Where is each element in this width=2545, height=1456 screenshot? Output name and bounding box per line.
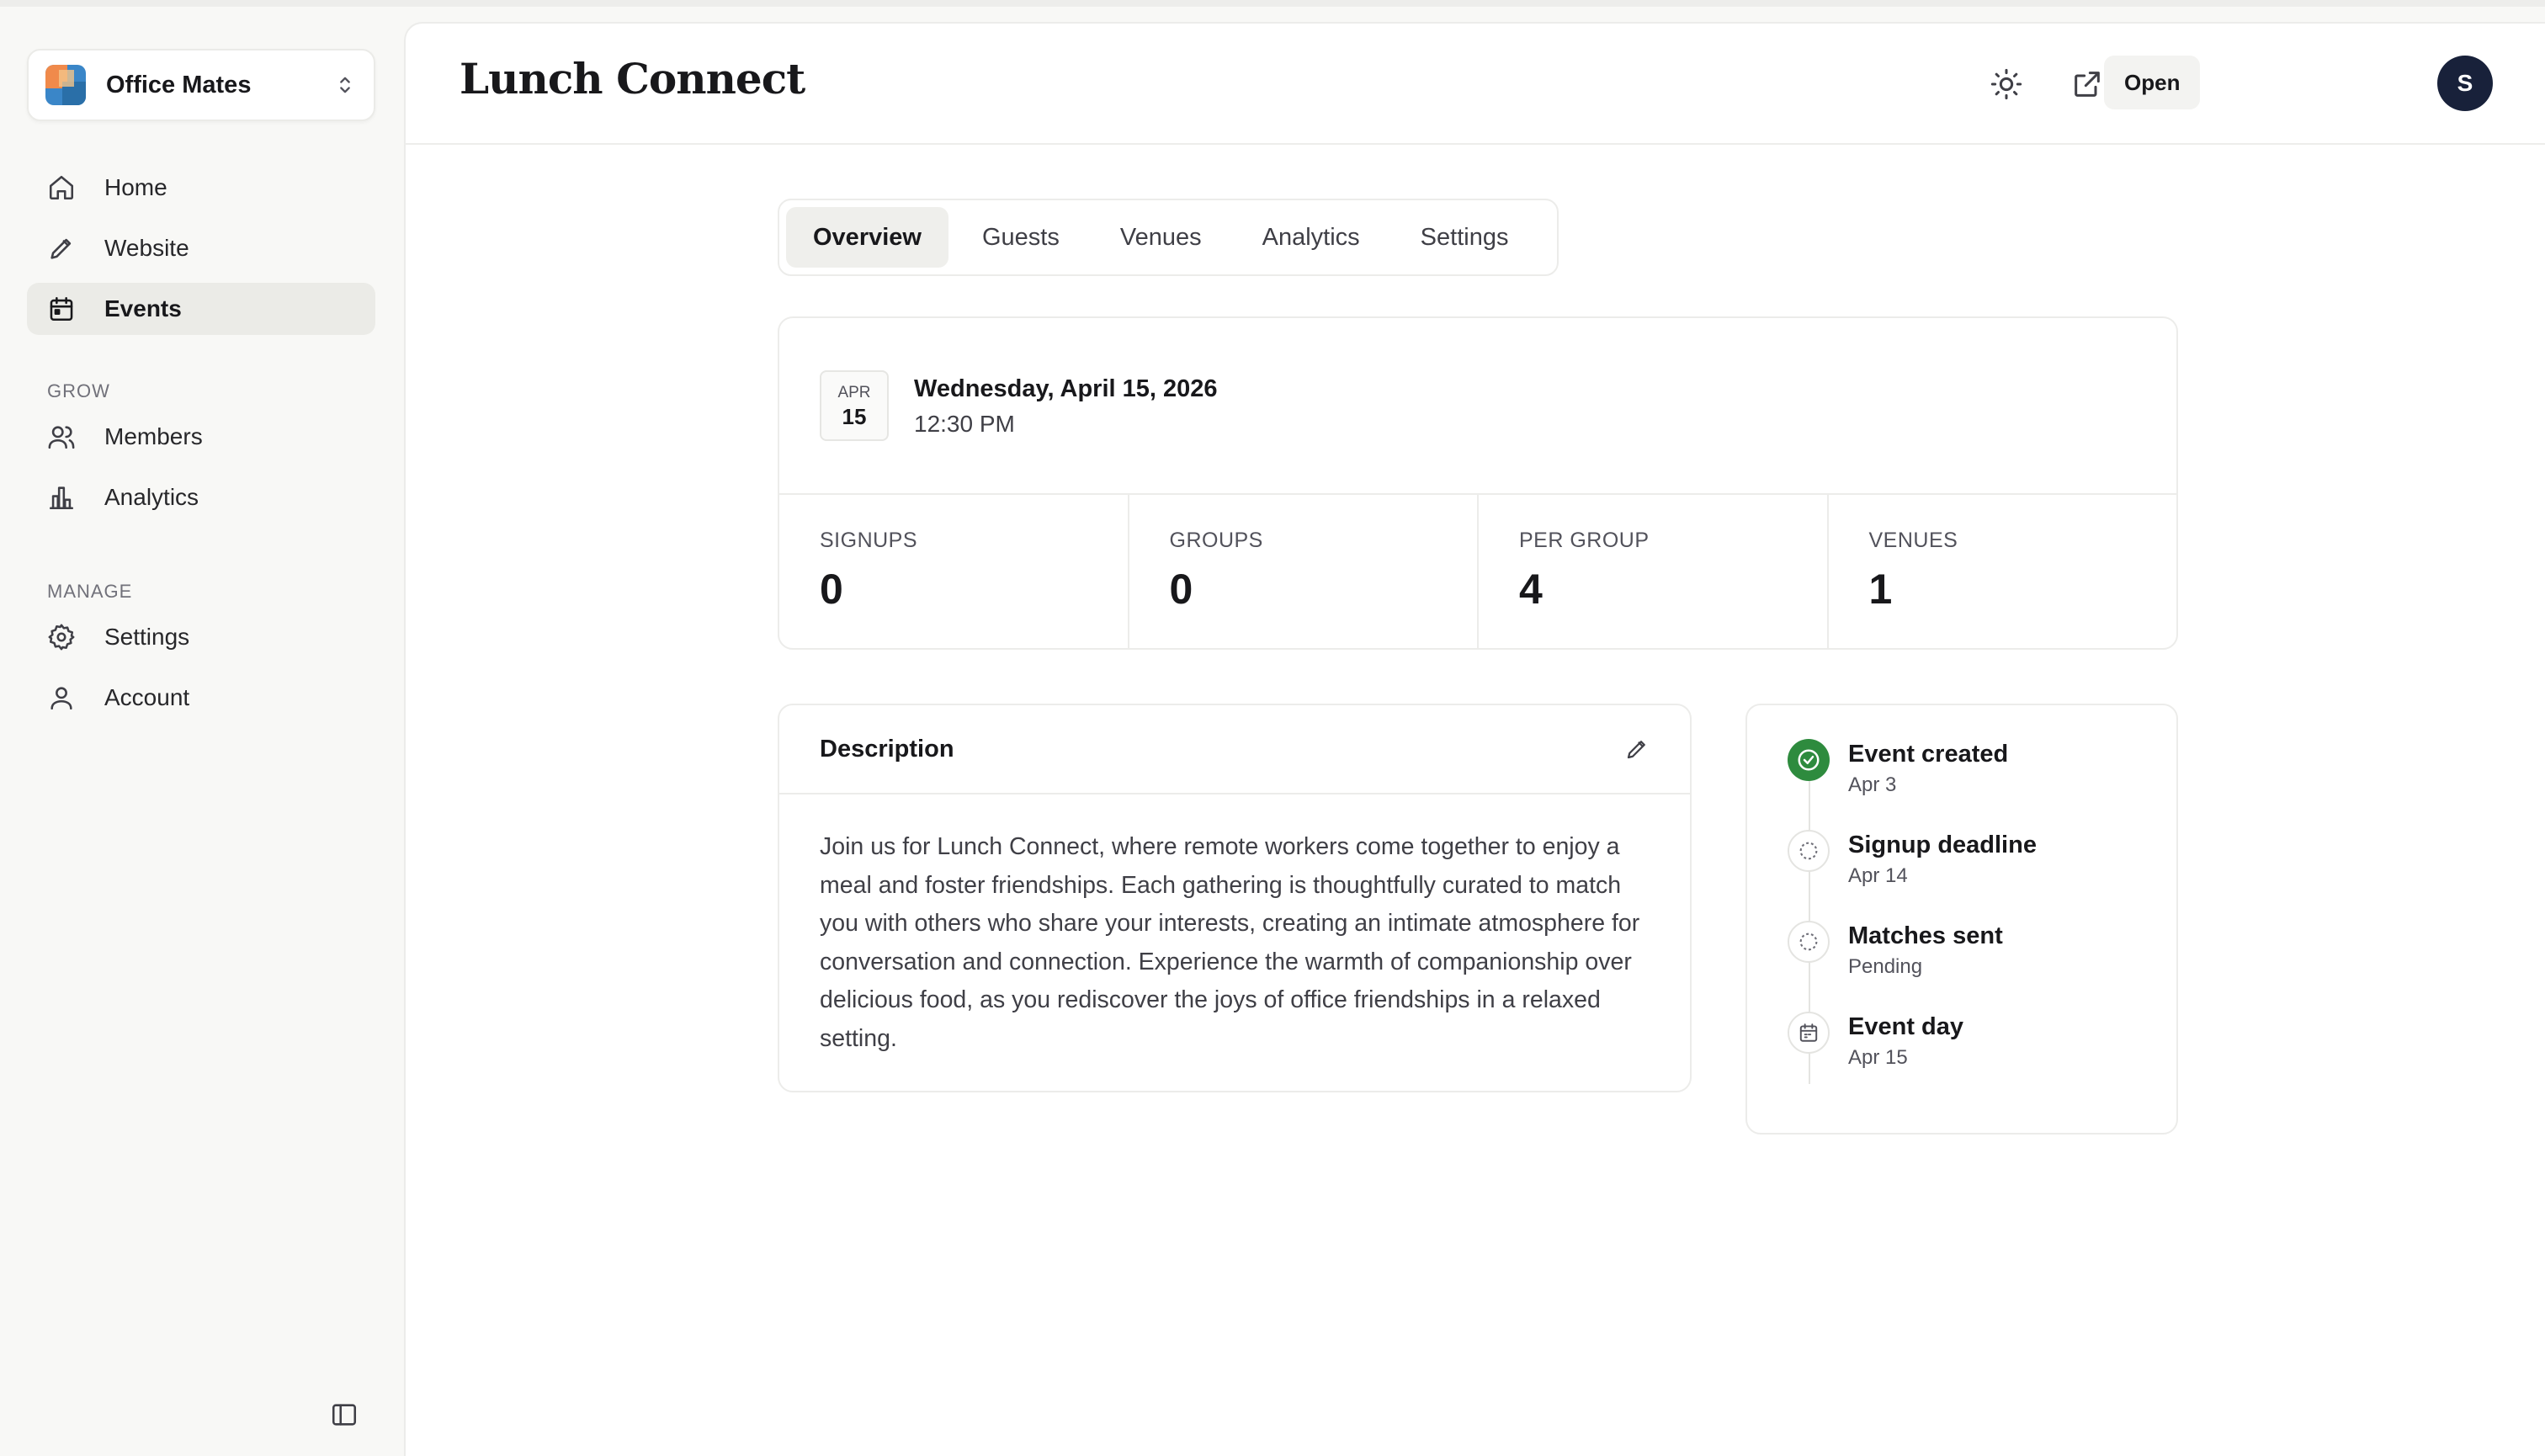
pencil-icon — [50, 238, 72, 259]
sidebar-item-label: Website — [104, 235, 189, 261]
sidebar-item-label: Analytics — [104, 484, 199, 510]
primary-nav: Home Website Events — [27, 162, 375, 343]
gear-icon — [48, 624, 75, 651]
sidebar-item-label: Account — [104, 684, 190, 710]
sidebar-item-label: Settings — [104, 624, 190, 650]
description-text: Join us for Lunch Connect, where remote … — [820, 833, 1640, 1052]
timeline-subtitle: Apr 15 — [1848, 1046, 1908, 1069]
timeline-item: Signup deadline Apr 14 — [1747, 823, 2176, 914]
timeline-subtitle: Apr 3 — [1848, 773, 1897, 796]
sidebar-item-home[interactable]: Home — [27, 162, 375, 214]
stat-value: 1 — [1868, 566, 1893, 613]
tab-analytics[interactable]: Analytics — [1235, 207, 1387, 268]
sidebar-toggle-icon[interactable] — [330, 1400, 359, 1429]
date-month: APR — [837, 384, 871, 401]
org-logo — [45, 65, 86, 105]
user-icon — [50, 687, 72, 710]
timeline-title: Event created — [1848, 741, 2009, 768]
sidebar-item-label: Members — [104, 423, 203, 449]
sidebar-item-website[interactable]: Website — [27, 222, 375, 274]
event-time: 12:30 PM — [914, 411, 1015, 437]
chevron-updown-icon — [340, 77, 350, 93]
timeline-card: Event created Apr 3 Signup deadline Apr … — [1745, 704, 2178, 1135]
tab-bar: Overview Guests Venues Analytics Setting… — [778, 199, 1559, 276]
timeline-title: Signup deadline — [1848, 832, 2037, 858]
event-summary-card: APR 15 Wednesday, April 15, 2026 12:30 P… — [778, 316, 2178, 650]
org-name: Office Mates — [106, 71, 252, 98]
event-date: Wednesday, April 15, 2026 — [914, 375, 1218, 402]
main-panel: Lunch Connect Open S Overview Guests Ven… — [404, 22, 2545, 1456]
users-icon — [48, 426, 75, 449]
timeline-subtitle: Apr 14 — [1848, 864, 1908, 887]
tab-guests[interactable]: Guests — [955, 207, 1087, 268]
sidebar-item-settings[interactable]: Settings — [27, 611, 375, 663]
grow-section: GROW Members Analytics — [27, 380, 375, 532]
manage-section: MANAGE Settings Account — [27, 581, 375, 732]
sun-icon[interactable] — [1990, 67, 2023, 101]
bar-chart-icon — [49, 486, 74, 510]
stat-groups: GROUPS 0 — [1129, 495, 1479, 650]
stat-value: 4 — [1519, 566, 1543, 613]
description-header: Description — [779, 705, 1690, 794]
timeline-item: Matches sent Pending — [1747, 914, 2176, 1005]
stat-label: GROUPS — [1169, 529, 1263, 552]
avatar[interactable]: S — [2437, 56, 2493, 111]
stat-signups: SIGNUPS 0 — [779, 495, 1129, 650]
stats-row: SIGNUPS 0 GROUPS 0 PER GROUP 4 VENUES 1 — [779, 493, 2176, 650]
stat-value: 0 — [820, 566, 843, 613]
sidebar-item-events[interactable]: Events — [27, 283, 375, 335]
edit-pencil-icon[interactable] — [1624, 736, 1650, 762]
stat-per-group: PER GROUP 4 — [1479, 495, 1829, 650]
sidebar-section-title: GROW — [47, 380, 110, 401]
sidebar: Office Mates Home Website Events GROW Me… — [0, 7, 402, 1456]
sidebar-item-account[interactable]: Account — [27, 672, 375, 724]
stat-label: PER GROUP — [1519, 529, 1650, 552]
status-badge[interactable]: Open — [2104, 56, 2201, 109]
timeline-subtitle: Pending — [1848, 955, 1923, 978]
dashed-circle-icon — [1788, 921, 1830, 963]
home-icon — [49, 175, 74, 200]
timeline-item: Event day Apr 15 — [1747, 1005, 2176, 1096]
sidebar-item-members[interactable]: Members — [27, 411, 375, 463]
stat-label: SIGNUPS — [820, 529, 918, 552]
page-header: Lunch Connect Open S — [406, 24, 2545, 145]
date-day: 15 — [842, 404, 867, 429]
calendar-icon — [50, 296, 73, 321]
tab-settings[interactable]: Settings — [1394, 207, 1536, 268]
description-card: Description Join us for Lunch Connect, w… — [778, 704, 1692, 1092]
tab-venues[interactable]: Venues — [1093, 207, 1229, 268]
calendar-icon — [1788, 1012, 1830, 1054]
window-top-strip — [0, 0, 2545, 7]
page-title: Lunch Connect — [460, 54, 805, 104]
stat-label: VENUES — [1868, 529, 1958, 552]
org-switcher[interactable]: Office Mates — [27, 49, 375, 121]
date-badge: APR 15 — [820, 370, 889, 441]
timeline-title: Matches sent — [1848, 922, 2003, 949]
dashed-circle-icon — [1788, 830, 1830, 872]
tab-overview[interactable]: Overview — [786, 207, 948, 268]
sidebar-item-analytics[interactable]: Analytics — [27, 471, 375, 523]
check-circle-icon — [1788, 739, 1830, 781]
timeline-title: Event day — [1848, 1013, 1963, 1040]
sidebar-section-title: MANAGE — [47, 581, 133, 602]
stat-value: 0 — [1169, 566, 1193, 613]
stat-venues: VENUES 1 — [1829, 495, 2177, 650]
sidebar-item-label: Events — [104, 295, 182, 321]
external-link-icon[interactable] — [2070, 67, 2104, 101]
description-title: Description — [820, 735, 954, 763]
sidebar-item-label: Home — [104, 174, 167, 200]
timeline-item: Event created Apr 3 — [1747, 732, 2176, 823]
